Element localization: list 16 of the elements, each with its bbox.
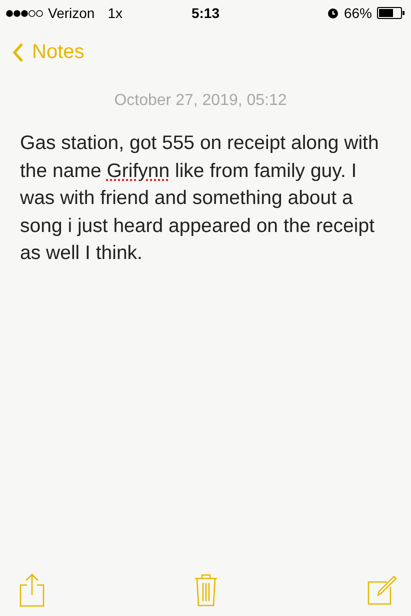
share-button[interactable] [19,573,45,607]
carrier-name: Verizon [48,5,95,21]
note-date: October 27, 2019, 05:12 [113,92,288,110]
note-body[interactable]: Gas station, got 555 on receipt along with the name Grifynn like from family guy. I was with friend and something about a song i just heard appeared on the receipt as well I think. [20,130,381,268]
battery-icon [377,7,405,19]
alarm-clock-icon [326,7,339,19]
trash-icon [194,573,218,607]
share-icon [19,573,45,607]
battery-percentage: 66% [344,5,372,21]
chevron-left-icon [12,42,24,62]
compose-button[interactable] [367,575,397,605]
compose-icon [367,575,397,605]
delete-button[interactable] [194,573,218,607]
clock-time: 5:13 [191,5,220,21]
signal-icon [6,10,43,16]
network-type: 1x [108,5,122,21]
